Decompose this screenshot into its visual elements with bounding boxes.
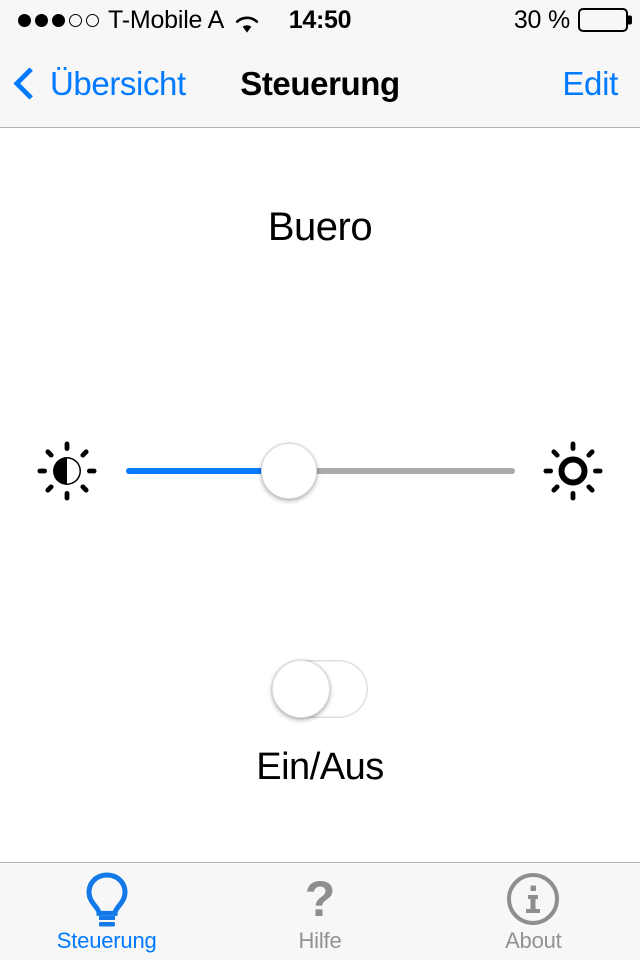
tab-bar: Steuerung ? Hilfe About bbox=[0, 862, 640, 960]
brightness-slider-row bbox=[0, 436, 640, 506]
room-name-label: Buero bbox=[267, 205, 373, 249]
tab-steuerung[interactable]: Steuerung bbox=[0, 863, 213, 960]
power-toggle-group: Ein/Aus bbox=[0, 660, 640, 789]
tab-label-steuerung: Steuerung bbox=[56, 928, 157, 953]
back-button-label: Übersicht bbox=[50, 64, 186, 102]
brightness-high-icon bbox=[542, 440, 604, 502]
slider-thumb[interactable] bbox=[261, 443, 318, 499]
app-screen: T-Mobile A 14:50 30 % Übersicht Steuerun… bbox=[0, 0, 640, 960]
battery-percentage-label: 30 % bbox=[513, 5, 570, 34]
tab-about[interactable]: About bbox=[427, 863, 640, 960]
main-content: Buero Ein/Aus bbox=[0, 128, 640, 862]
edit-button[interactable]: Edit bbox=[562, 65, 618, 103]
battery-icon bbox=[578, 8, 632, 32]
tab-hilfe[interactable]: ? Hilfe bbox=[213, 863, 426, 960]
toggle-knob bbox=[272, 660, 330, 718]
brightness-low-icon bbox=[36, 440, 98, 502]
tab-label-about: About bbox=[505, 928, 562, 953]
back-button[interactable]: Übersicht bbox=[12, 65, 186, 103]
chevron-left-icon bbox=[13, 67, 46, 100]
power-toggle-switch[interactable] bbox=[272, 660, 368, 718]
lightbulb-icon bbox=[79, 871, 135, 927]
question-mark-icon: ? bbox=[304, 871, 336, 927]
power-toggle-label: Ein/Aus bbox=[256, 746, 384, 788]
info-circle-icon bbox=[505, 871, 561, 927]
status-bar-right: 30 % bbox=[513, 5, 632, 35]
tab-label-hilfe: Hilfe bbox=[298, 928, 342, 953]
navigation-bar: Übersicht Steuerung Edit bbox=[0, 40, 640, 128]
brightness-slider[interactable] bbox=[126, 443, 515, 499]
status-bar: T-Mobile A 14:50 30 % bbox=[0, 0, 640, 40]
